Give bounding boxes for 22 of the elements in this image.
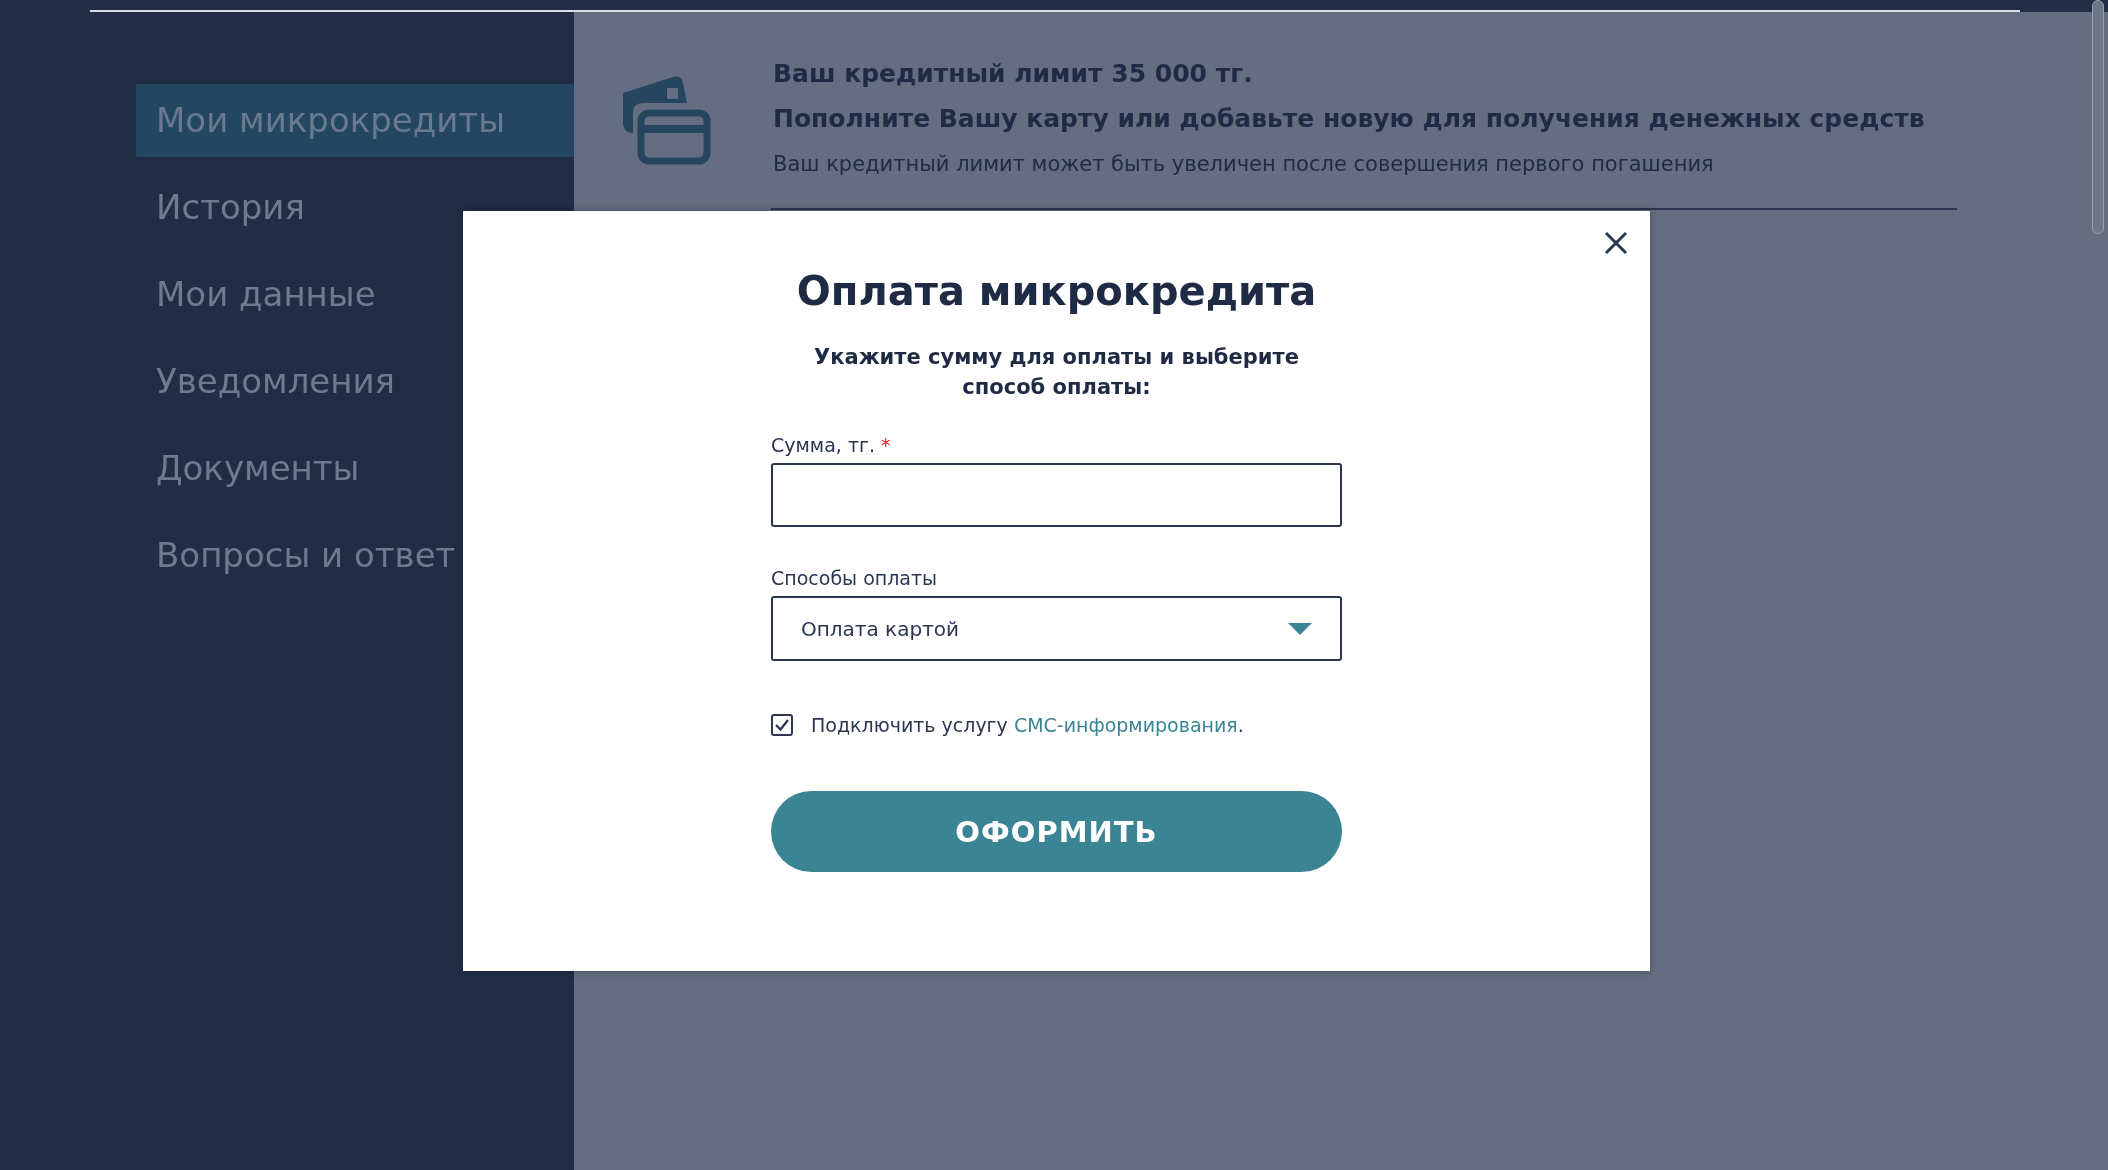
banner-note: Ваш кредитный лимит может быть увеличен после совершения первого погашения [773,151,1715,178]
caret-icon [1288,622,1312,635]
sms-checkbox[interactable] [771,714,793,736]
sidebar-item[interactable]: Мои данные [136,258,376,331]
banner-subtitle: Пополните Вашу карту или добавьте новую для получения денежных средств [773,103,1925,135]
sidebar-item[interactable]: Уведомления [136,345,396,418]
credit-limit-title: Ваш кредитный лимит 35 000 тг. [773,58,1254,90]
scrollbar-thumb[interactable] [2092,0,2104,234]
close-icon[interactable] [1602,229,1630,257]
sms-consent-text: Подключить услугу СМС-информирования. [811,714,1244,736]
amount-field[interactable] [771,463,1342,527]
submit-button[interactable]: ОФОРМИТЬ [771,791,1342,872]
amount-label: Сумма, тг. * [771,433,891,457]
sidebar-item[interactable]: Мои микрокредиты [136,84,574,157]
modal-title: Оплата микрокредита [796,267,1317,316]
sidebar-item[interactable]: Вопросы и ответ [136,519,456,592]
payment-method-dropdown[interactable]: Оплата картой [771,596,1342,661]
sidebar-item[interactable]: Документы [136,432,360,505]
payment-method-label: Способы оплаты [771,566,938,590]
modal-instruction: Укажите сумму для оплаты и выберите способ оплаты: [813,344,1300,401]
sidebar-item[interactable]: История [136,171,305,244]
sms-info-link[interactable]: СМС-информирования [1013,714,1238,736]
